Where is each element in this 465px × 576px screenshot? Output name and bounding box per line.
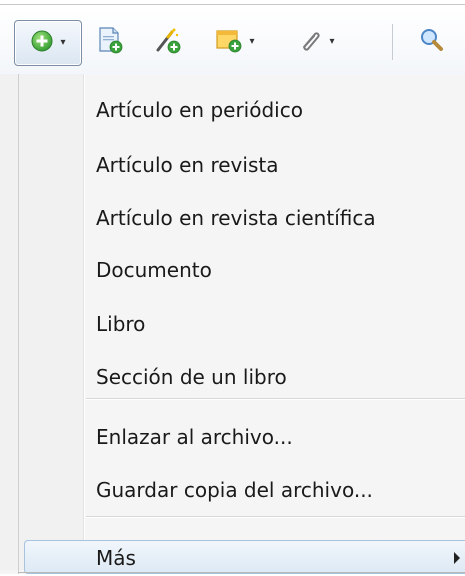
new-item-menu: Artículo en periódico Artículo en revist… xyxy=(0,74,465,574)
menu-bottom-border xyxy=(18,572,465,573)
new-document-button[interactable] xyxy=(92,20,128,64)
toolbar-separator xyxy=(392,24,393,60)
menu-separator-shadow xyxy=(86,399,465,400)
add-attachment-button[interactable]: ▾ xyxy=(286,20,346,64)
menu-icon-column xyxy=(0,74,83,570)
chevron-down-icon[interactable]: ▾ xyxy=(329,37,334,47)
new-note-button[interactable]: ▾ xyxy=(206,20,264,64)
chevron-down-icon[interactable]: ▾ xyxy=(249,37,254,47)
menu-item-journal-article[interactable]: Artículo en revista científica xyxy=(96,198,376,238)
chevron-down-icon[interactable]: ▾ xyxy=(60,38,65,48)
menu-gutter-highlight xyxy=(84,74,85,574)
magic-wand-add-icon xyxy=(154,26,182,58)
search-button[interactable] xyxy=(414,20,450,64)
menu-separator-shadow xyxy=(86,517,465,518)
menu-item-more-highlight[interactable] xyxy=(24,540,465,574)
new-item-button[interactable]: ▾ xyxy=(14,20,82,66)
add-by-identifier-button[interactable] xyxy=(150,20,186,64)
menu-item-newspaper-article[interactable]: Artículo en periódico xyxy=(96,90,303,130)
menu-item-book[interactable]: Libro xyxy=(96,304,145,344)
paperclip-icon xyxy=(297,27,323,57)
menu-left-border xyxy=(18,74,19,574)
menu-item-more[interactable]: Más xyxy=(96,538,136,576)
magnifier-icon xyxy=(419,27,445,57)
menu-item-link-to-file[interactable]: Enlazar al archivo... xyxy=(96,417,293,457)
menu-item-store-copy-of-file[interactable]: Guardar copia del archivo... xyxy=(96,470,373,510)
top-border xyxy=(0,4,465,5)
toolbar: ▾ ▾ ▾ xyxy=(0,8,465,74)
menu-item-book-section[interactable]: Sección de un libro xyxy=(96,357,287,397)
green-plus-circle-icon xyxy=(30,29,54,57)
menu-item-document[interactable]: Documento xyxy=(96,250,212,290)
menu-item-magazine-article[interactable]: Artículo en revista xyxy=(96,145,278,185)
document-add-icon xyxy=(97,26,123,58)
yellow-note-add-icon xyxy=(215,27,243,57)
window: ▾ ▾ ▾ Artículo en periódico Artículo en … xyxy=(0,0,465,576)
chevron-right-icon xyxy=(454,552,460,564)
